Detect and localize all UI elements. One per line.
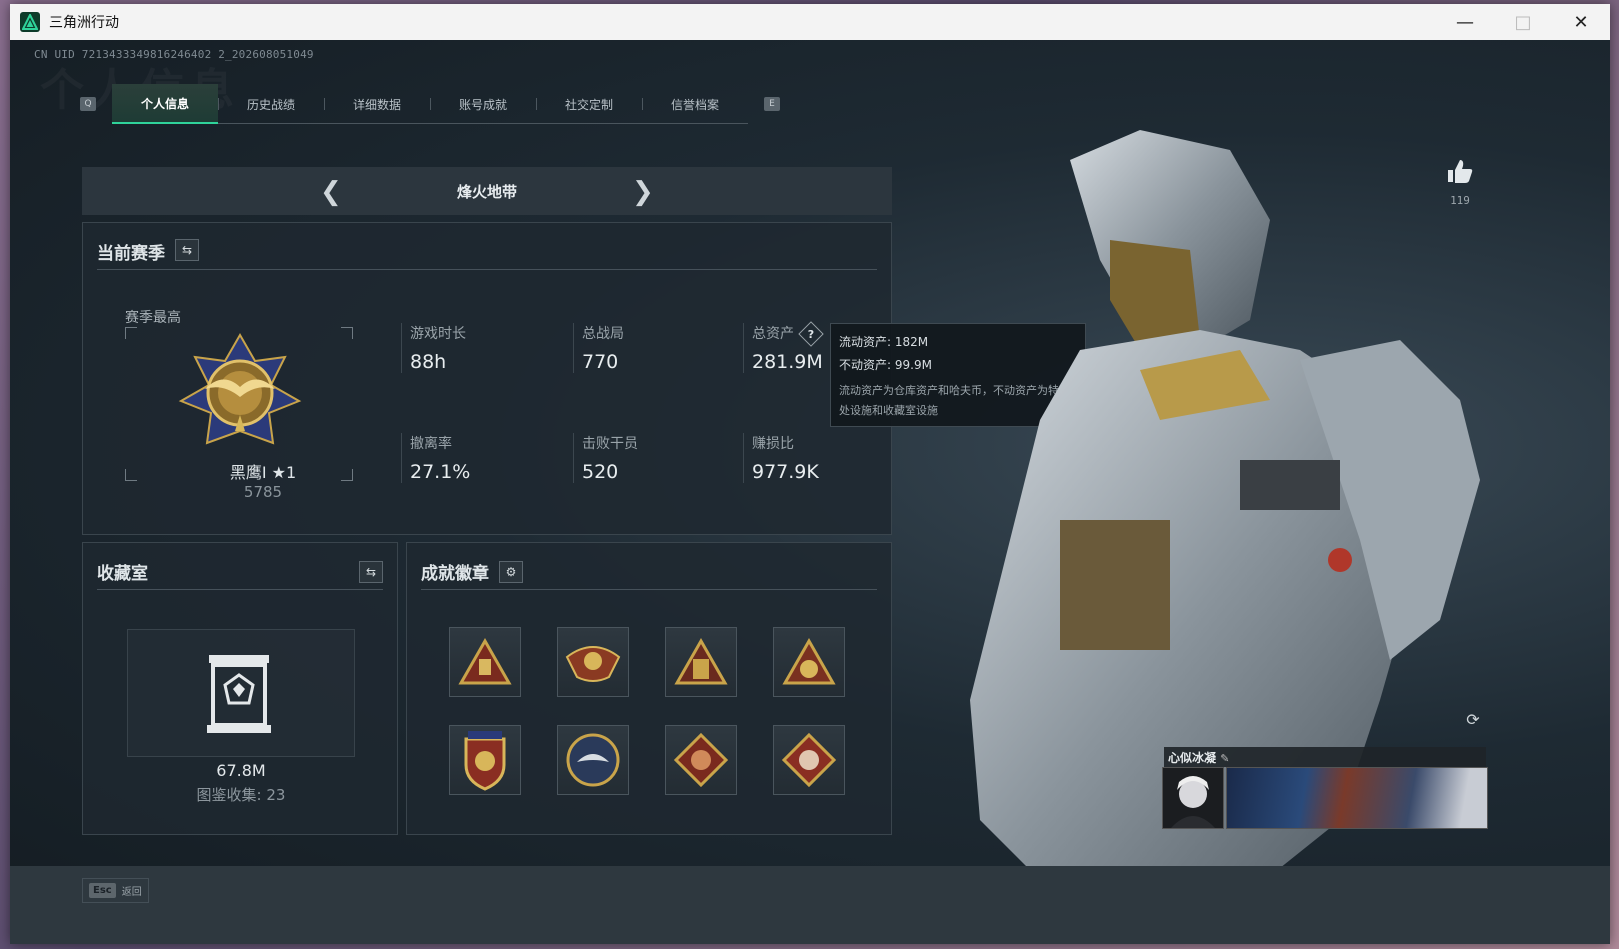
help-icon[interactable]: ? xyxy=(798,321,824,347)
stat-total-assets: 总资产? 281.9M xyxy=(743,321,824,373)
like-count: 119 xyxy=(1450,194,1470,207)
mode-selector: ❮ 烽火地带 ❯ xyxy=(82,167,892,215)
divider xyxy=(97,589,383,590)
stat-profit-ratio: 赚损比 977.9K xyxy=(743,433,819,483)
like-widget[interactable]: 119 xyxy=(1430,158,1490,207)
badges-panel: 成就徽章 ⚙ xyxy=(406,542,892,835)
tab-achievements[interactable]: 账号成就 xyxy=(430,84,536,124)
app-logo-icon xyxy=(20,12,40,32)
rank-score: 5785 xyxy=(243,483,283,501)
rank-name: 黑鹰I ★1 xyxy=(229,463,297,482)
prev-tab-key[interactable]: Q xyxy=(80,97,96,111)
eagle-badge-icon xyxy=(566,733,620,787)
profile-card[interactable]: 心似冰凝 ✎ xyxy=(1162,747,1488,831)
game-view: 个人信息 CN UID 7213433349816246402 2_202608… xyxy=(10,40,1610,944)
chevron-right-icon[interactable]: ❯ xyxy=(632,177,654,207)
edit-icon[interactable]: ✎ xyxy=(1220,752,1229,765)
mode-title: 烽火地带 xyxy=(456,182,517,201)
rank-emblem-icon xyxy=(178,332,302,445)
gear-icon[interactable]: ⚙ xyxy=(499,561,523,583)
thumbs-up-icon[interactable] xyxy=(1446,158,1474,184)
stat-total-matches: 总战局 770 xyxy=(573,323,624,373)
stat-label: 击败干员 xyxy=(582,436,638,452)
tab-credit[interactable]: 信誉档案 xyxy=(642,84,748,124)
divider xyxy=(97,269,877,270)
app-window: 三角洲行动 — □ ✕ 个人信息 CN UID 7213433349816246… xyxy=(10,4,1610,944)
winged-emblem-badge-icon xyxy=(565,646,621,682)
season-title: 当前赛季 xyxy=(97,244,165,264)
corner-bracket xyxy=(125,327,137,339)
tower-badge-icon xyxy=(674,637,728,685)
esc-key-icon: Esc xyxy=(89,883,116,898)
badge-tiger[interactable] xyxy=(773,627,845,697)
shield-badge-icon xyxy=(464,731,506,791)
stat-playtime: 游戏时长 88h xyxy=(401,323,466,373)
chevron-left-icon[interactable]: ❮ xyxy=(320,177,342,207)
uid-label: CN UID 7213433349816246402 2_20260805104… xyxy=(34,48,314,61)
tab-social[interactable]: 社交定制 xyxy=(536,84,642,124)
back-button[interactable]: Esc 返回 xyxy=(82,878,149,903)
close-button[interactable]: ✕ xyxy=(1552,4,1610,40)
title-bar: 三角洲行动 — □ ✕ xyxy=(10,4,1610,40)
stat-label: 总战局 xyxy=(582,326,624,342)
badge-triangle[interactable] xyxy=(449,627,521,697)
badge-shield[interactable] xyxy=(449,725,521,795)
collection-count: 图鉴收集: 23 xyxy=(196,786,286,804)
season-panel: 当前赛季 ⇆ 赛季最高 黑鹰I ★1 5785 游戏时长 88h 总战局 770… xyxy=(82,222,892,535)
collection-panel: 收藏室 ⇆ 67.8M 图鉴收集: 23 xyxy=(82,542,398,835)
window-title: 三角洲行动 xyxy=(49,14,119,30)
stat-extraction-rate: 撤离率 27.1% xyxy=(401,433,470,483)
badge-tower[interactable] xyxy=(665,627,737,697)
stat-label: 撤离率 xyxy=(410,436,452,452)
stat-value: 520 xyxy=(582,461,619,483)
badge-wolf[interactable] xyxy=(773,725,845,795)
corner-bracket xyxy=(341,327,353,339)
triangle-badge-icon xyxy=(458,637,512,685)
stat-value: 281.9M xyxy=(752,351,823,373)
swap-icon[interactable]: ⇆ xyxy=(175,239,199,261)
stat-label: 游戏时长 xyxy=(410,326,466,342)
stat-value: 770 xyxy=(582,351,619,373)
badges-title: 成就徽章 xyxy=(421,564,489,584)
avatar[interactable] xyxy=(1162,767,1224,829)
dragon-badge-icon xyxy=(673,732,729,788)
tiger-badge-icon xyxy=(782,637,836,685)
badge-winged-emblem[interactable] xyxy=(557,627,629,697)
badge-dragon[interactable] xyxy=(665,725,737,795)
next-tab-key[interactable]: E xyxy=(764,97,780,111)
tab-bar: Q 个人信息 历史战绩 详细数据 账号成就 社交定制 信誉档案 E xyxy=(80,84,780,124)
stat-value: 88h xyxy=(410,351,447,373)
profile-banner[interactable] xyxy=(1226,767,1488,829)
tab-detailed-data[interactable]: 详细数据 xyxy=(324,84,430,124)
stat-value: 27.1% xyxy=(410,461,471,483)
back-label: 返回 xyxy=(121,887,142,898)
corner-bracket xyxy=(125,469,137,481)
wolf-badge-icon xyxy=(781,732,837,788)
divider xyxy=(421,589,877,590)
refresh-icon[interactable]: ⟳ xyxy=(1462,710,1484,732)
stat-kills: 击败干员 520 xyxy=(573,433,638,483)
minimize-button[interactable]: — xyxy=(1436,4,1494,40)
swap-icon[interactable]: ⇆ xyxy=(359,561,383,583)
tab-personal-info[interactable]: 个人信息 xyxy=(112,84,218,124)
badge-eagle[interactable] xyxy=(557,725,629,795)
bottom-bar: Esc 返回 xyxy=(10,866,1610,944)
stat-value: 977.9K xyxy=(752,461,819,483)
maximize-button[interactable]: □ xyxy=(1494,4,1552,40)
tab-history[interactable]: 历史战绩 xyxy=(218,84,324,124)
collection-title: 收藏室 xyxy=(97,564,148,584)
stat-label: 赚损比 xyxy=(752,436,794,452)
stat-label: 总资产 xyxy=(752,326,794,342)
profile-name: 心似冰凝 ✎ xyxy=(1164,747,1486,767)
collection-value: 67.8M xyxy=(216,761,266,780)
vault-icon xyxy=(207,655,271,733)
profile-name-text: 心似冰凝 xyxy=(1168,751,1217,765)
season-best-label: 赛季最高 xyxy=(125,310,181,326)
